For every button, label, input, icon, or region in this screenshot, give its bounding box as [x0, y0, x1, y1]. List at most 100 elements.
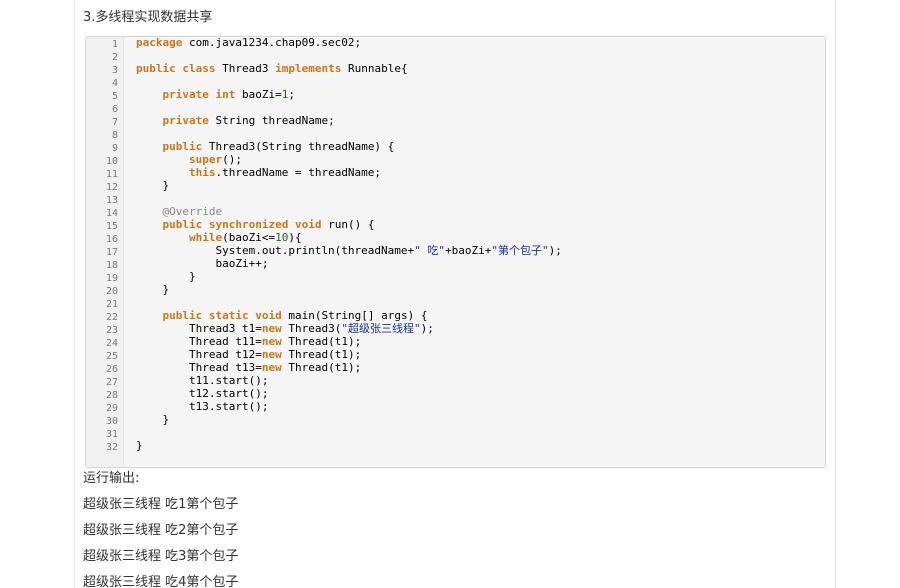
code-token: implements	[275, 62, 342, 75]
code-token: Thread(t1);	[281, 348, 362, 361]
code-line: baoZi++;	[136, 257, 268, 270]
code-line: public synchronized void run() {	[136, 218, 375, 231]
code-line: super();	[136, 153, 242, 166]
code-token: main(String[] args) {	[281, 309, 428, 322]
line-number: 17	[105, 247, 118, 258]
code-token: ){	[288, 231, 302, 244]
line-number: 25	[105, 351, 118, 362]
code-token: new	[261, 322, 282, 335]
code-line: while(baoZi<=10){	[136, 231, 302, 244]
code-token: static	[208, 309, 249, 322]
line-number: 19	[105, 273, 118, 284]
code-token: package	[136, 36, 183, 49]
section-heading: 3.多线程实现数据共享	[83, 10, 213, 25]
code-token: Thread t12=	[136, 348, 262, 361]
code-line: System.out.println(threadName+" 吃"+baoZi…	[136, 244, 562, 257]
code-line: public class Thread3 implements Runnable…	[136, 62, 408, 75]
line-number: 13	[105, 195, 118, 206]
code-token: "第个包子"	[491, 244, 549, 257]
line-number-gutter: 1 2 3 4 5 6 7 8 9 10 11 12 13 14 15 16 17 18 19 20 21 22 23 24 2…	[86, 37, 124, 467]
code-token: public	[162, 140, 203, 153]
line-number: 23	[105, 325, 118, 336]
code-token: class	[182, 62, 216, 75]
code-token: new	[261, 361, 282, 374]
code-token: }	[136, 439, 143, 452]
code-line: }	[136, 283, 169, 296]
line-number: 28	[105, 390, 118, 401]
code-token: baoZi=	[235, 88, 282, 101]
line-number: 6	[111, 104, 118, 115]
code-line: Thread3 t1=new Thread3("超级张三线程");	[136, 322, 434, 335]
line-number: 7	[111, 117, 118, 128]
line-number: 16	[105, 234, 118, 245]
line-number: 22	[105, 312, 118, 323]
code-token: com.java1234.chap09.sec02;	[182, 36, 362, 49]
code-token: System.out.println(threadName+	[136, 244, 415, 257]
code-line: }	[136, 413, 169, 426]
code-line: this.threadName = threadName;	[136, 166, 381, 179]
code-token: private	[162, 114, 209, 127]
code-line: Thread t13=new Thread(t1);	[136, 361, 361, 374]
code-line: private int baoZi=1;	[136, 88, 295, 101]
code-line: t11.start();	[136, 374, 268, 387]
code-token: "超级张三线程"	[341, 322, 421, 335]
code-line: }	[136, 270, 196, 283]
line-number: 2	[111, 52, 118, 63]
code-token: int	[215, 88, 236, 101]
line-number: 26	[105, 364, 118, 375]
code-token: +baoZi+	[445, 244, 492, 257]
code-token: 10	[275, 231, 289, 244]
code-token: ;	[288, 88, 295, 101]
code-token: }	[136, 270, 196, 283]
code-token: Thread3 t1=	[136, 322, 262, 335]
code-line: t12.start();	[136, 387, 268, 400]
line-number: 3	[111, 65, 118, 76]
line-number: 4	[111, 78, 118, 89]
code-line: }	[136, 439, 143, 452]
code-token: new	[261, 348, 282, 361]
code-token: @Override	[162, 205, 223, 218]
code-token: Thread3(String threadName) {	[202, 140, 395, 153]
code-token: (baoZi<=	[222, 231, 276, 244]
code-token: }	[136, 413, 170, 426]
line-number: 20	[105, 286, 118, 297]
code-block[interactable]: 1 2 3 4 5 6 7 8 9 10 11 12 13 14 15 16 17 18 19 20 21 22 23 24 2…	[85, 36, 826, 468]
code-token: Thread t13=	[136, 361, 262, 374]
line-number: 30	[105, 416, 118, 427]
line-number: 32	[105, 442, 118, 453]
code-line: private String threadName;	[136, 114, 335, 127]
code-line: }	[136, 179, 169, 192]
output-line: 超级张三线程 吃3第个包子	[83, 549, 239, 564]
code-token: void	[255, 309, 282, 322]
code-line: t13.start();	[136, 400, 268, 413]
line-number: 27	[105, 377, 118, 388]
code-token: " 吃"	[414, 244, 446, 257]
line-number: 12	[105, 182, 118, 193]
code-token: );	[420, 322, 434, 335]
output-line: 超级张三线程 吃1第个包子	[83, 497, 239, 512]
line-number: 15	[105, 221, 118, 232]
code-token: }	[136, 283, 170, 296]
line-number: 9	[111, 143, 118, 154]
line-number: 29	[105, 403, 118, 414]
code-token: );	[548, 244, 562, 257]
code-token: super	[188, 153, 223, 166]
line-number: 5	[111, 91, 118, 102]
code-token: Thread(t1);	[281, 335, 362, 348]
output-label: 运行输出:	[83, 471, 140, 486]
line-number: 31	[105, 429, 118, 440]
code-line: public static void main(String[] args) {	[136, 309, 428, 322]
line-number: 24	[105, 338, 118, 349]
code-token: this	[188, 166, 216, 179]
line-number: 21	[105, 299, 118, 310]
